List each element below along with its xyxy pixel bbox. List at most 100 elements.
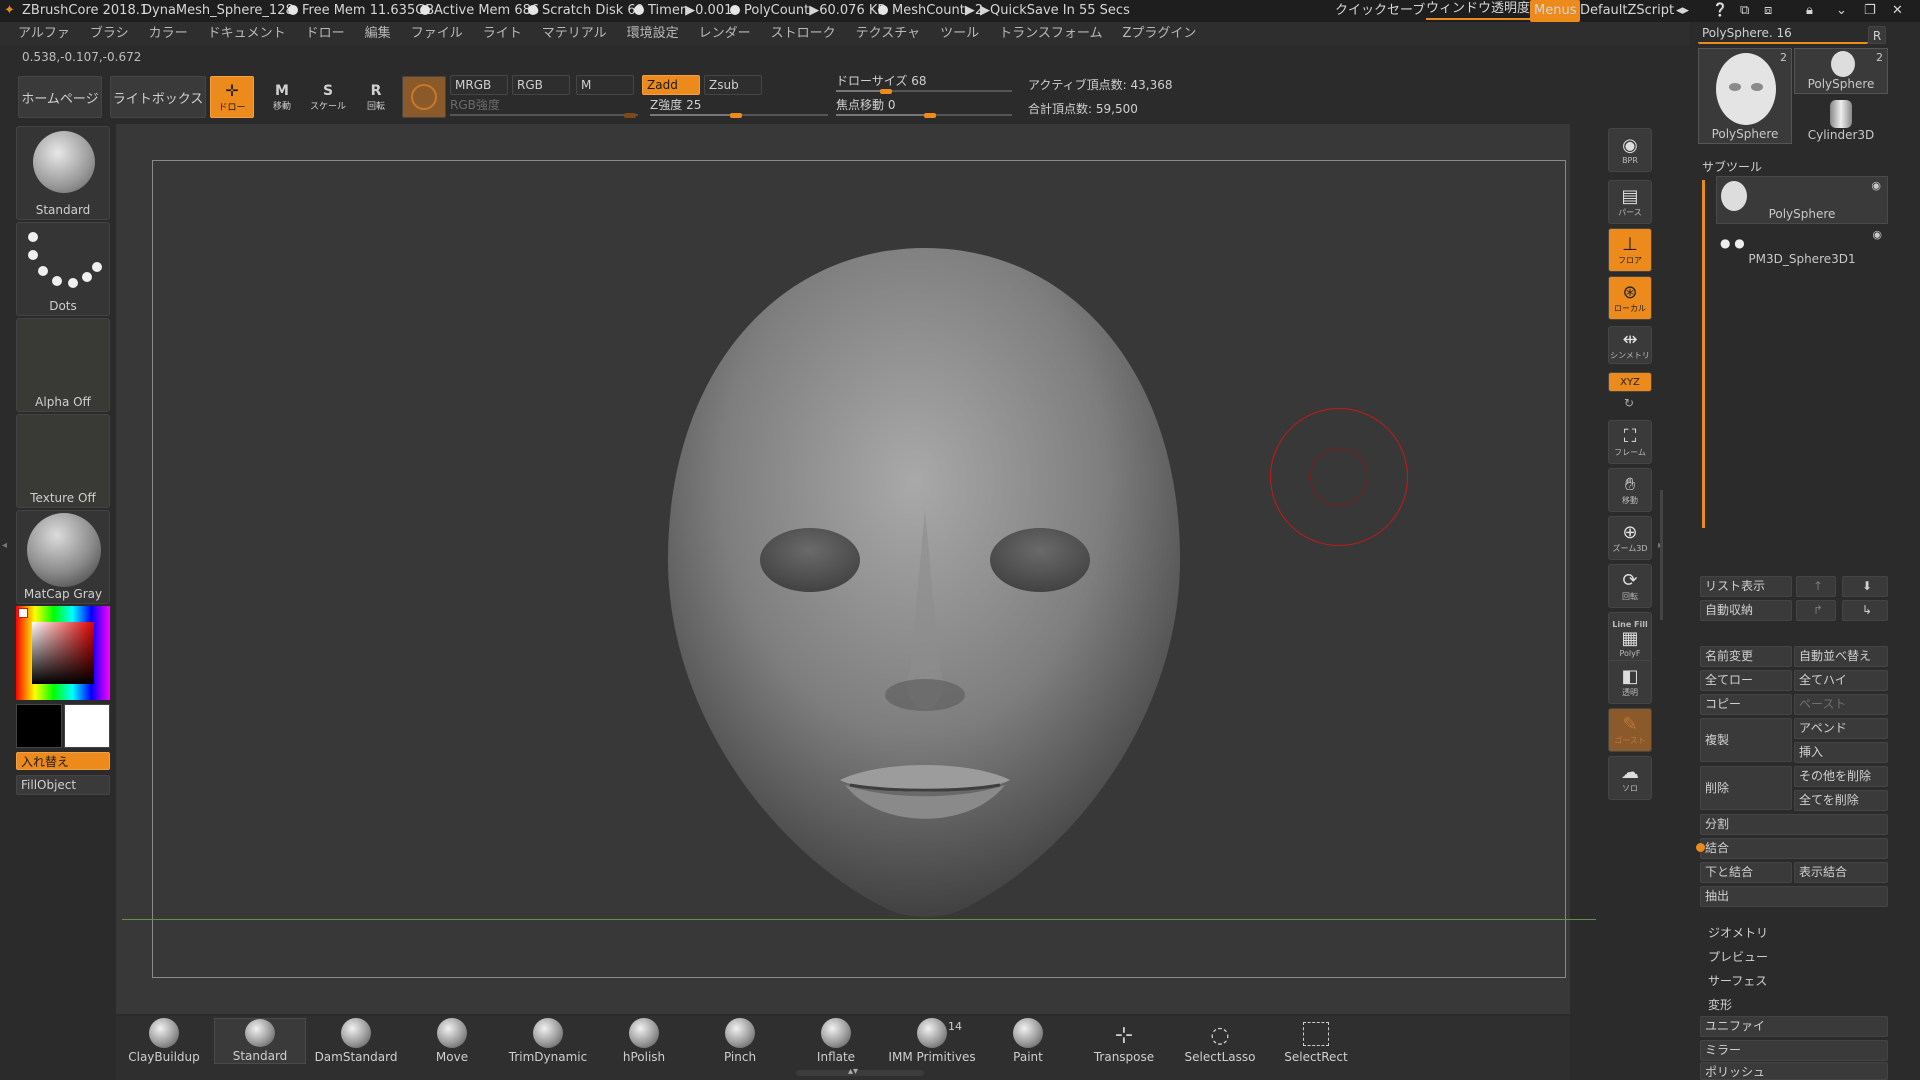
left-collapse-icon[interactable]: ◂ — [2, 540, 7, 551]
transparent-button[interactable]: ◧ 透明 — [1608, 660, 1652, 704]
zsub-button[interactable]: Zsub — [704, 75, 762, 95]
polyframe-button[interactable]: Line Fill ▦ PolyF — [1608, 612, 1652, 666]
preview-section[interactable]: プレビュー — [1708, 948, 1768, 965]
menu-color[interactable]: カラー — [149, 26, 188, 41]
brush-pinch[interactable]: Pinch — [694, 1018, 786, 1064]
arrow-down-icon[interactable]: ↳ — [1842, 600, 1888, 621]
merge-visible-button[interactable]: 表示結合 — [1794, 862, 1888, 883]
color-picker[interactable] — [16, 606, 110, 700]
rgb-button[interactable]: RGB — [512, 75, 570, 95]
all-low-button[interactable]: 全てロー — [1700, 670, 1792, 691]
brush-standard[interactable]: Standard — [214, 1018, 306, 1064]
layout-icon[interactable]: ⧉ — [1740, 0, 1749, 22]
append-button[interactable]: アペンド — [1794, 718, 1888, 739]
brush-selector[interactable]: Standard — [16, 126, 110, 220]
surface-section[interactable]: サーフェス — [1708, 972, 1767, 989]
local-button[interactable]: ⊛ ローカル — [1608, 276, 1652, 320]
right-scrollbar[interactable] — [1660, 490, 1663, 620]
auto-reorder-button[interactable]: 自動並べ替え — [1794, 646, 1888, 667]
merge-button[interactable]: 結合 — [1700, 838, 1888, 859]
r-button[interactable]: R — [1868, 26, 1886, 44]
toggle-icon[interactable]: ◂▸ — [1676, 0, 1689, 22]
move-mode-button[interactable]: M 移動 — [260, 76, 304, 118]
frame-button[interactable]: ⛶ フレーム — [1608, 420, 1652, 464]
deform-section[interactable]: 変形 — [1708, 996, 1732, 1013]
menu-render[interactable]: レンダー — [699, 26, 751, 41]
all-high-button[interactable]: 全てハイ — [1794, 670, 1888, 691]
menu-file[interactable]: ファイル — [411, 26, 463, 41]
auto-collapse-button[interactable]: 自動収納 — [1700, 600, 1792, 621]
main-color-swatch[interactable] — [64, 704, 110, 748]
rgb-intensity-slider[interactable]: RGB強度 — [450, 97, 638, 118]
quick-save-button[interactable]: クイックセーブ — [1335, 0, 1425, 22]
tool-thumb-polysphere[interactable]: 2 PolySphere — [1698, 48, 1792, 144]
subtool-item-pm3d-sphere[interactable]: ● ● ◉ PM3D_Sphere3D1 — [1716, 226, 1888, 272]
menu-material[interactable]: マテリアル — [542, 26, 607, 41]
polish-slider[interactable]: ポリッシュ — [1700, 1062, 1888, 1080]
move-down-icon[interactable]: ⬇ — [1842, 576, 1888, 597]
move-up-icon[interactable]: ↑ — [1796, 576, 1836, 597]
subtool-header[interactable]: サブツール — [1702, 158, 1762, 175]
split-button[interactable]: 分割 — [1700, 814, 1888, 835]
mirror-button[interactable]: ミラー — [1700, 1040, 1888, 1061]
rename-button[interactable]: 名前変更 — [1700, 646, 1792, 667]
alpha-selector[interactable]: Alpha Off — [16, 318, 110, 412]
brush-selectrect[interactable]: SelectRect — [1270, 1018, 1362, 1064]
arrow-icon[interactable]: ↱ — [1796, 600, 1836, 621]
help-icon[interactable]: ❔ — [1712, 0, 1728, 22]
menu-texture[interactable]: テクスチャ — [856, 26, 920, 41]
secondary-color-swatch[interactable] — [16, 704, 62, 748]
paste-button[interactable]: ペースト — [1794, 694, 1888, 715]
rotate-axis-icon[interactable]: ↻ — [1624, 396, 1634, 410]
current-tool-slider[interactable]: PolySphere. 16 — [1698, 24, 1868, 44]
insert-button[interactable]: 挿入 — [1794, 742, 1888, 763]
menu-zplugin[interactable]: Zプラグイン — [1123, 26, 1197, 41]
m-button[interactable]: M — [576, 75, 634, 95]
duplicate-button[interactable]: 複製 — [1700, 718, 1792, 762]
merge-down-button[interactable]: 下と結合 — [1700, 862, 1792, 883]
brush-selectlasso[interactable]: ◌ SelectLasso — [1174, 1018, 1266, 1064]
brush-inflate[interactable]: Inflate — [790, 1018, 882, 1064]
brush-transpose[interactable]: ⊹ Transpose — [1078, 1018, 1170, 1064]
delete-other-button[interactable]: その他を削除 — [1794, 766, 1888, 787]
texture-selector[interactable]: Texture Off — [16, 414, 110, 508]
menu-edit[interactable]: 編集 — [365, 26, 391, 41]
delete-all-button[interactable]: 全てを削除 — [1794, 790, 1888, 811]
tool-thumb-cylinder[interactable]: Cylinder3D — [1794, 96, 1888, 144]
material-sphere-button[interactable] — [402, 76, 446, 118]
xyz-button[interactable]: XYZ — [1608, 372, 1652, 392]
z-intensity-slider[interactable]: Z強度 25 — [650, 97, 828, 118]
bottom-scrollbar[interactable] — [796, 1070, 924, 1076]
layout2-icon[interactable]: ⧈ — [1764, 0, 1772, 22]
subtool-item-polysphere[interactable]: ◉ PolySphere — [1716, 176, 1888, 224]
brush-imm-primitives[interactable]: IMM Primitives 14 — [886, 1018, 978, 1064]
geometry-section[interactable]: ジオメトリ — [1708, 924, 1768, 941]
brush-hpolish[interactable]: hPolish — [598, 1018, 690, 1064]
swap-colors-button[interactable]: 入れ替え — [16, 752, 110, 770]
brush-damstandard[interactable]: DamStandard — [310, 1018, 402, 1064]
rotate-view-button[interactable]: ⟳ 回転 — [1608, 564, 1652, 608]
mrgb-button[interactable]: MRGB — [450, 75, 508, 95]
material-selector[interactable]: MatCap Gray — [16, 510, 110, 604]
lock-icon[interactable]: 🔒︎ — [1806, 0, 1813, 22]
draw-mode-button[interactable]: ✛ ドロー — [210, 76, 254, 118]
floor-button[interactable]: ⊥ フロア — [1608, 228, 1652, 272]
scale-mode-button[interactable]: S スケール — [306, 76, 350, 118]
draw-size-slider[interactable]: ドローサイズ 68 — [836, 73, 1012, 94]
menu-stroke[interactable]: ストローク — [771, 26, 836, 41]
menu-alpha[interactable]: アルファ — [18, 26, 70, 41]
color-square[interactable] — [32, 622, 94, 684]
perspective-button[interactable]: ▤ パース — [1608, 180, 1652, 224]
window-opacity-slider[interactable]: ウィンドウ透明度 — [1426, 0, 1531, 20]
brush-trimdynamic[interactable]: TrimDynamic — [502, 1018, 594, 1064]
subtool-visibility-icon[interactable]: ◉ — [1872, 228, 1882, 241]
home-page-button[interactable]: ホームページ — [18, 76, 102, 118]
menu-transform[interactable]: トランスフォーム — [999, 26, 1102, 41]
delete-button[interactable]: 削除 — [1700, 766, 1792, 810]
restore-icon[interactable]: ❐ — [1864, 0, 1876, 22]
unify-button[interactable]: ユニファイ — [1700, 1016, 1888, 1037]
stroke-selector[interactable]: Dots — [16, 222, 110, 316]
copy-button[interactable]: コピー — [1700, 694, 1792, 715]
solo-button[interactable]: ☁︎ ソロ — [1608, 756, 1652, 800]
zoom3d-button[interactable]: ⊕ ズーム3D — [1608, 516, 1652, 560]
